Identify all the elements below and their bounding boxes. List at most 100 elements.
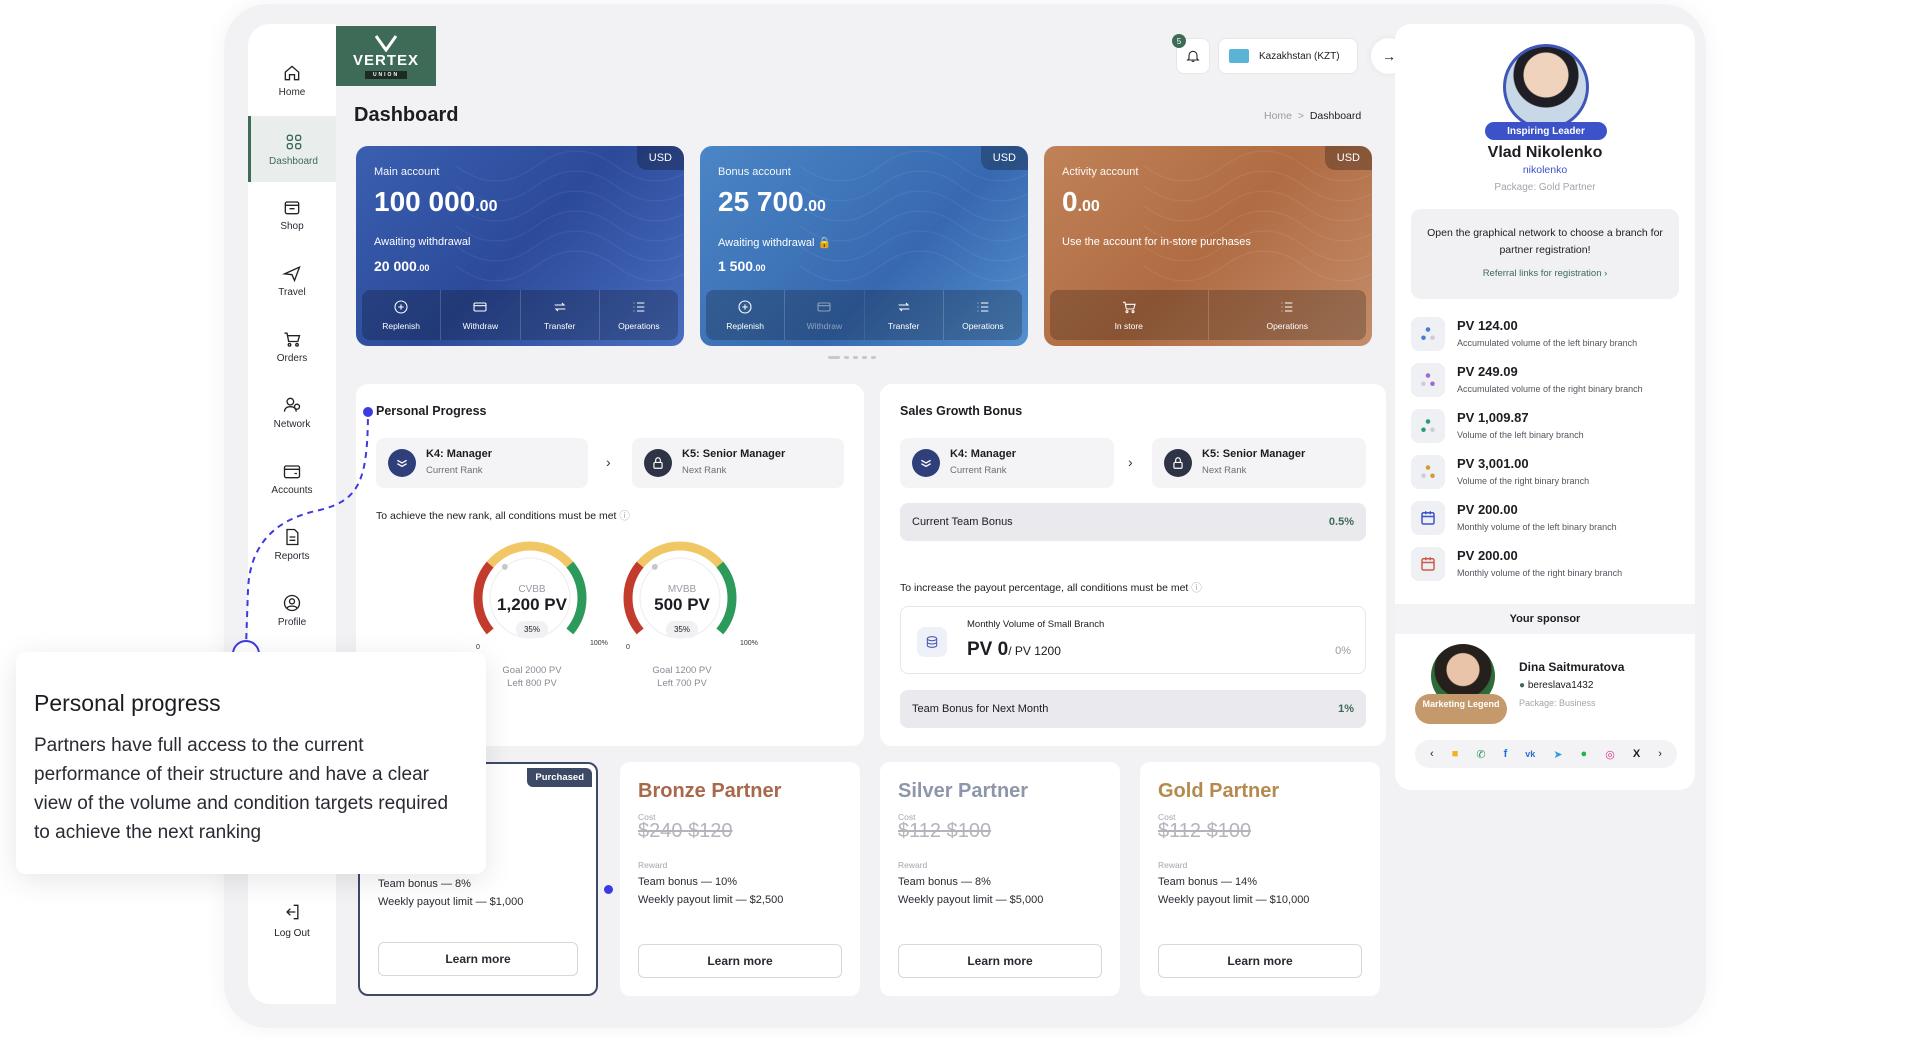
mv-label: Monthly Volume of Small Branch bbox=[967, 619, 1105, 630]
telegram-icon[interactable]: ➤ bbox=[1553, 748, 1562, 761]
nav-travel[interactable]: Travel bbox=[248, 250, 336, 310]
nav-orders-label: Orders bbox=[276, 352, 308, 364]
info-icon[interactable]: ⓘ bbox=[1191, 582, 1202, 594]
replenish-button[interactable]: Replenish bbox=[706, 290, 786, 340]
withdraw-button[interactable]: Withdraw bbox=[785, 290, 865, 340]
goal-text: Goal 1200 PV bbox=[652, 665, 712, 676]
info-icon[interactable]: ⓘ bbox=[619, 510, 630, 522]
nav-shop[interactable]: Shop bbox=[248, 184, 336, 244]
account-balance: 100 000.00 bbox=[374, 186, 497, 218]
in-store-button[interactable]: In store bbox=[1050, 290, 1209, 340]
awaiting-label: Awaiting withdrawal bbox=[374, 236, 471, 248]
nav-home[interactable]: Home bbox=[248, 50, 336, 110]
gauge-goal-mvbb: Goal 1200 PV Left 700 PV bbox=[617, 664, 747, 690]
current-rank-label: Current Rank bbox=[950, 465, 1007, 476]
stat-row: PV 1,009.87 Volume of the left binary bra… bbox=[1411, 406, 1584, 446]
chevron-left-icon[interactable]: ‹ bbox=[1430, 748, 1434, 760]
package-price: $112 $100 bbox=[1158, 820, 1251, 843]
gauge-value: 1,200 PV bbox=[497, 595, 567, 614]
package-bonus: Team bonus — 8% bbox=[898, 876, 991, 888]
stat-row: PV 249.09 Accumulated volume of the right… bbox=[1411, 360, 1643, 400]
account-balance: 25 700.00 bbox=[718, 186, 826, 218]
shop-icon bbox=[284, 200, 300, 214]
gauge-max: 100% bbox=[590, 640, 608, 647]
referral-link[interactable]: Referral links for registration › bbox=[1411, 265, 1679, 282]
x-icon[interactable]: X bbox=[1633, 748, 1640, 760]
sponsor-tag: Marketing Legend bbox=[1415, 694, 1507, 724]
gauge-percent: 35% bbox=[665, 621, 698, 638]
operations-button[interactable]: Operations bbox=[1209, 290, 1367, 340]
profile-username[interactable]: nikolenko bbox=[1395, 164, 1695, 176]
next-rank-card: K5: Senior Manager Next Rank bbox=[632, 438, 844, 488]
mail-icon[interactable]: ■ bbox=[1452, 748, 1459, 760]
logout-label: Log Out bbox=[274, 927, 310, 939]
mv-value: PV 0 bbox=[967, 639, 1009, 660]
cart-icon bbox=[284, 332, 301, 347]
op-label: Operations bbox=[618, 321, 660, 331]
rank-chevrons-icon bbox=[912, 449, 940, 477]
brand-logo[interactable]: VERTEX UNION bbox=[336, 26, 436, 86]
vk-icon[interactable]: vk bbox=[1525, 749, 1535, 759]
next-bonus-value: 1% bbox=[1338, 703, 1354, 715]
whatsapp-icon[interactable]: ● bbox=[1581, 748, 1588, 760]
awaiting-value: 1 500 bbox=[718, 258, 754, 274]
package-limit: Weekly payout limit — $5,000 bbox=[898, 894, 1044, 906]
tree-right-icon bbox=[1411, 363, 1445, 397]
balance-amount: 100 000 bbox=[374, 186, 476, 217]
op-label: Transfer bbox=[543, 321, 576, 331]
replenish-button[interactable]: Replenish bbox=[362, 290, 442, 340]
operations-button[interactable]: Operations bbox=[944, 290, 1022, 340]
learn-more-button[interactable]: Learn more bbox=[378, 942, 578, 976]
nav-dashboard[interactable]: Dashboard bbox=[248, 116, 336, 182]
stat-label: Accumulated volume of the right binary b… bbox=[1457, 383, 1643, 394]
plane-icon bbox=[282, 265, 301, 282]
package-bonus: Team bonus — 8% bbox=[378, 878, 471, 890]
current-rank-name: K4: Manager bbox=[950, 448, 1017, 460]
guide-path bbox=[232, 407, 373, 668]
next-rank-name: K5: Senior Manager bbox=[1202, 448, 1306, 460]
withdraw-button[interactable]: Withdraw bbox=[441, 290, 521, 340]
page-title: Dashboard bbox=[354, 104, 459, 126]
breadcrumb-home[interactable]: Home bbox=[1264, 110, 1292, 122]
logout-button[interactable]: Log Out bbox=[248, 895, 336, 945]
feature-tooltip: Personal progress Partners have full acc… bbox=[16, 652, 486, 874]
sponsor-username-row: ● bereslava1432 bbox=[1519, 680, 1593, 691]
progress-note: To achieve the new rank, all conditions … bbox=[376, 508, 630, 523]
operations-button[interactable]: Operations bbox=[600, 290, 678, 340]
nav-shop-label: Shop bbox=[280, 220, 304, 232]
reward-label: Reward bbox=[1158, 860, 1188, 870]
profile-name: Vlad Nikolenko bbox=[1487, 144, 1603, 161]
package-name: Gold Partner bbox=[1158, 780, 1280, 802]
phone-icon[interactable]: ✆ bbox=[1476, 748, 1485, 761]
stat-label: Volume of the left binary branch bbox=[1457, 429, 1584, 440]
instagram-icon[interactable]: ◎ bbox=[1605, 748, 1615, 761]
guide-dot bbox=[363, 407, 373, 417]
stat-label: Monthly volume of the right binary branc… bbox=[1457, 567, 1623, 578]
learn-more-button[interactable]: Learn more bbox=[638, 944, 842, 978]
chevron-right-icon[interactable]: › bbox=[1658, 748, 1662, 760]
facebook-icon[interactable]: f bbox=[1504, 748, 1508, 760]
learn-more-button[interactable]: Learn more bbox=[898, 944, 1102, 978]
nav-orders[interactable]: Orders bbox=[248, 316, 336, 376]
stat-label: Monthly volume of the left binary branch bbox=[1457, 521, 1617, 532]
avatar[interactable] bbox=[1503, 44, 1589, 130]
account-label: Activity account bbox=[1062, 166, 1139, 178]
learn-more-button[interactable]: Learn more bbox=[1158, 944, 1362, 978]
awaiting-cents: .00 bbox=[753, 263, 766, 273]
stat-value: PV 200.00 bbox=[1457, 547, 1518, 563]
package-card-bronze: Bronze Partner Cost $240 $120 Reward Tea… bbox=[620, 762, 860, 996]
left-text: Left 800 PV bbox=[507, 678, 557, 689]
carousel-dots[interactable] bbox=[828, 356, 876, 359]
bonus-account-card: USD Bonus account 25 700.00 Awaiting wit… bbox=[700, 146, 1028, 346]
transfer-button[interactable]: Transfer bbox=[521, 290, 600, 340]
lock-icon bbox=[644, 449, 672, 477]
transfer-button[interactable]: Transfer bbox=[865, 290, 944, 340]
country-selector[interactable]: Kazakhstan (KZT) bbox=[1218, 38, 1358, 74]
mv-percent: 0% bbox=[1335, 645, 1351, 657]
main-account-card: USD Main account 100 000.00 Awaiting wit… bbox=[356, 146, 684, 346]
awaiting-amount: 1 500.00 bbox=[718, 258, 766, 274]
lock-icon: 🔒 bbox=[817, 237, 832, 249]
dot bbox=[871, 356, 876, 359]
op-label: Replenish bbox=[726, 321, 765, 331]
stat-value: PV 124.00 bbox=[1457, 317, 1518, 333]
